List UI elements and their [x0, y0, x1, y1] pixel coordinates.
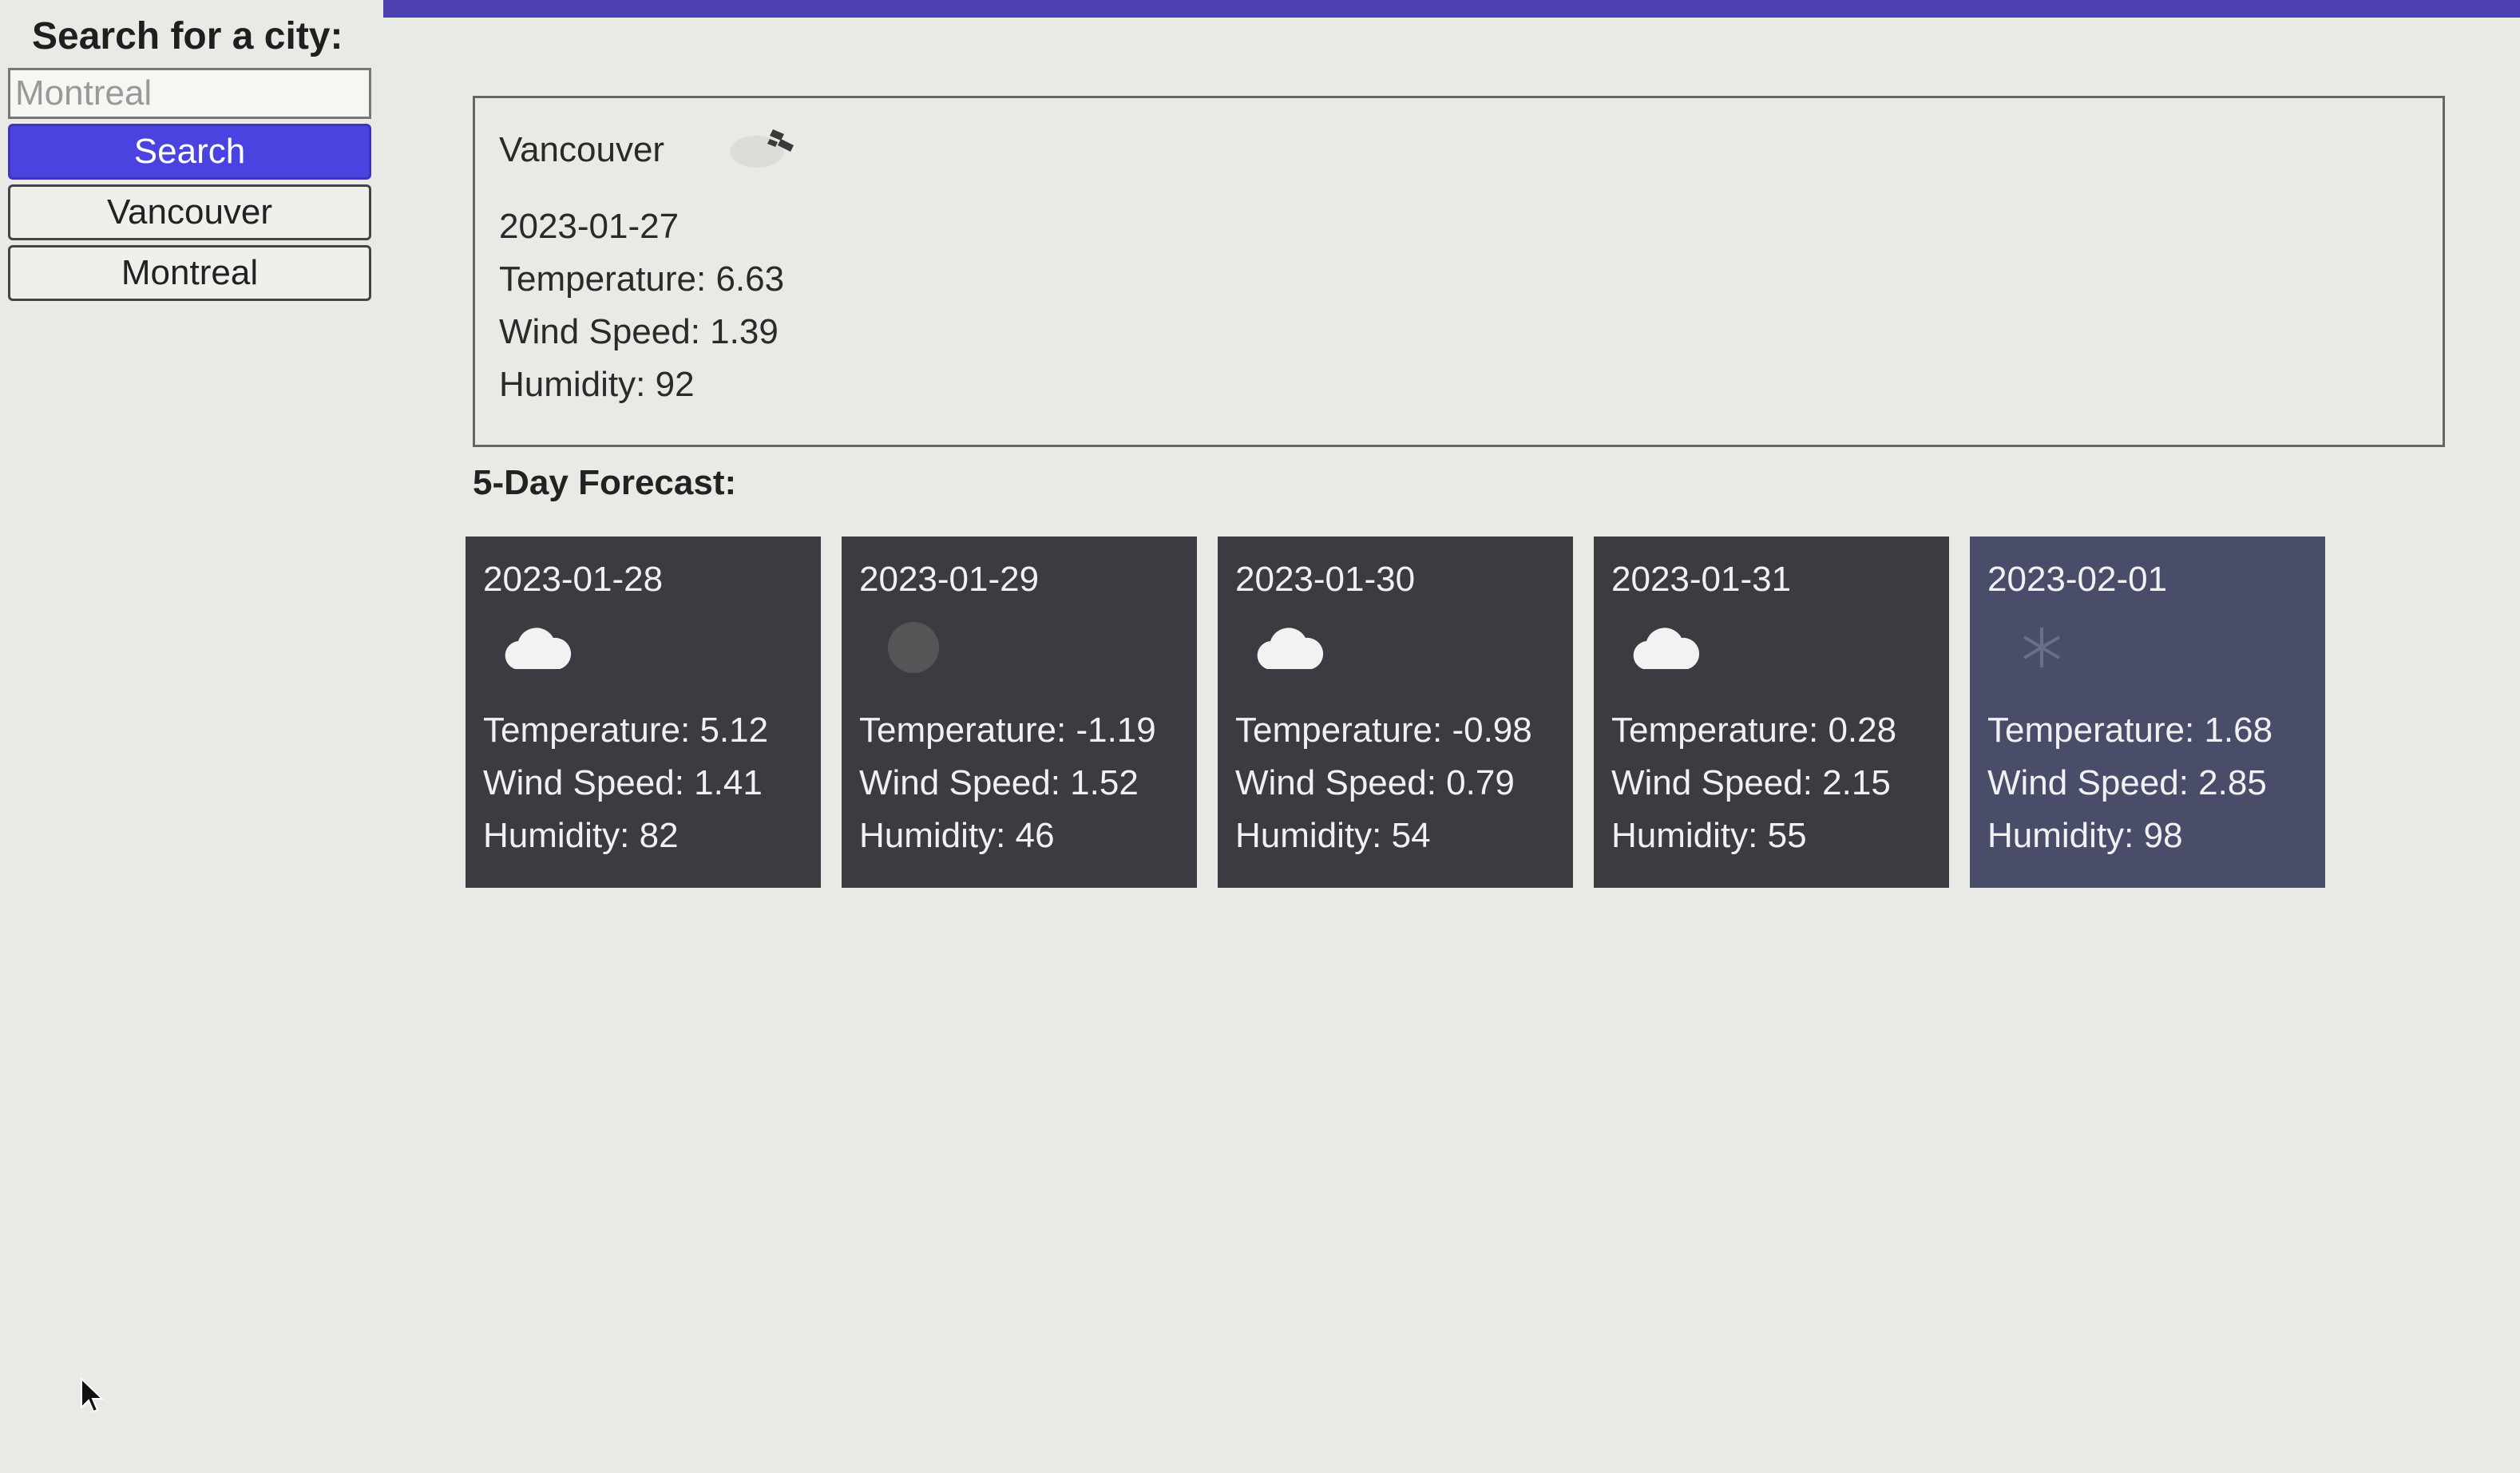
- forecast-temperature: Temperature: 5.12: [483, 711, 769, 750]
- overcast-icon: [875, 620, 952, 684]
- forecast-humidity: Humidity: 98: [1987, 816, 2183, 855]
- history-button-vancouver[interactable]: Vancouver: [8, 184, 371, 240]
- history-button-montreal[interactable]: Montreal: [8, 245, 371, 301]
- forecast-wind-speed: Wind Speed: 2.85: [1987, 763, 2267, 802]
- cloud-icon: [1627, 620, 1704, 684]
- forecast-date: 2023-01-29: [859, 560, 1040, 599]
- current-temperature: Temperature: 6.63: [499, 259, 785, 299]
- forecast-humidity: Humidity: 82: [483, 816, 679, 855]
- cloud-icon: [1251, 620, 1328, 684]
- forecast-temperature: Temperature: 1.68: [1987, 711, 2273, 750]
- forecast-card: 2023-01-31 Temperature: 0.28 Wind Speed:…: [1594, 537, 1949, 888]
- forecast-temperature: Temperature: 0.28: [1611, 711, 1897, 750]
- forecast-card: 2023-01-30 Temperature: -0.98 Wind Speed…: [1218, 537, 1573, 888]
- snow-icon: [2003, 620, 2080, 684]
- forecast-humidity: Humidity: 55: [1611, 816, 1807, 855]
- top-accent-bar: [383, 0, 2520, 18]
- forecast-card: 2023-01-29 Temperature: -1.19 Wind Speed…: [842, 537, 1197, 888]
- forecast-wind-speed: Wind Speed: 0.79: [1235, 763, 1515, 802]
- mouse-cursor-icon: [80, 1376, 105, 1418]
- current-humidity: Humidity: 92: [499, 365, 695, 404]
- forecast-date: 2023-01-28: [483, 560, 664, 599]
- forecast-wind-speed: Wind Speed: 1.52: [859, 763, 1139, 802]
- forecast-temperature: Temperature: -1.19: [859, 711, 1156, 750]
- forecast-date: 2023-02-01: [1987, 560, 2168, 599]
- search-heading: Search for a city:: [32, 15, 343, 57]
- forecast-card: 2023-02-01 Temperature: 1.68 Wind Speed:…: [1970, 537, 2325, 888]
- current-city-name: Vancouver: [499, 130, 665, 169]
- current-wind-speed: Wind Speed: 1.39: [499, 312, 779, 351]
- current-date: 2023-01-27: [499, 207, 680, 246]
- search-sidebar: Search for a city: Search Vancouver Mont…: [8, 14, 371, 301]
- current-weather-panel: Vancouver 2023-01-27 Temperature: 6.63 W…: [473, 96, 2445, 447]
- few-clouds-icon: [725, 118, 813, 183]
- forecast-cards: 2023-01-28 Temperature: 5.12 Wind Speed:…: [466, 537, 2325, 888]
- search-button[interactable]: Search: [8, 124, 371, 180]
- city-search-input[interactable]: [8, 68, 371, 119]
- forecast-humidity: Humidity: 46: [859, 816, 1055, 855]
- forecast-card: 2023-01-28 Temperature: 5.12 Wind Speed:…: [466, 537, 821, 888]
- forecast-temperature: Temperature: -0.98: [1235, 711, 1532, 750]
- cloud-icon: [499, 620, 576, 684]
- forecast-wind-speed: Wind Speed: 1.41: [483, 763, 763, 802]
- forecast-wind-speed: Wind Speed: 2.15: [1611, 763, 1891, 802]
- forecast-date: 2023-01-30: [1235, 560, 1416, 599]
- forecast-date: 2023-01-31: [1611, 560, 1792, 599]
- forecast-title: 5-Day Forecast:: [473, 463, 737, 502]
- forecast-humidity: Humidity: 54: [1235, 816, 1431, 855]
